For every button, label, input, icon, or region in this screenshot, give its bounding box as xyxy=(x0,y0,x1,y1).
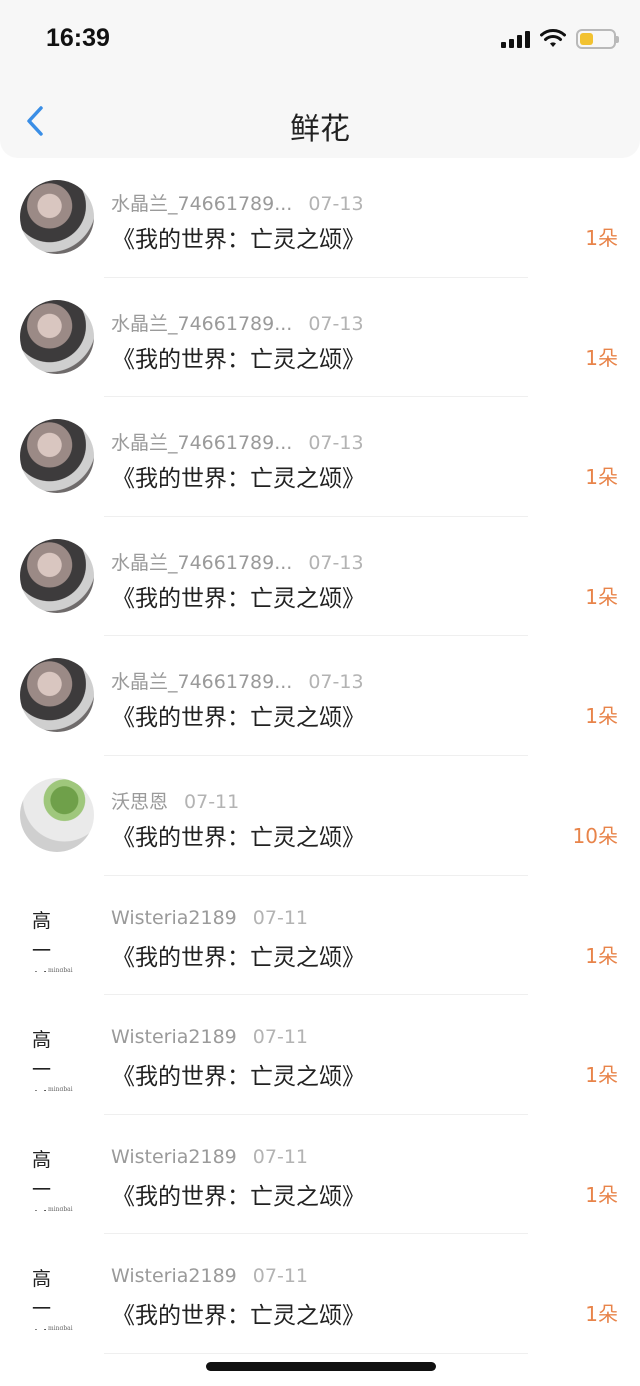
calligraphy-avatar-art: 高一社畜mingbai xyxy=(32,906,84,972)
list-item[interactable]: 沃思恩 07-11 《我的世界：亡灵之颂》 10朵 xyxy=(0,756,640,876)
avatar[interactable]: 高一社畜mingbai xyxy=(20,1136,94,1211)
status-bar: 16:39 xyxy=(0,0,640,82)
book-title[interactable]: 《我的世界：亡灵之颂》 xyxy=(112,340,365,374)
book-title[interactable]: 《我的世界：亡灵之颂》 xyxy=(112,1057,365,1091)
flower-count: 1朵 xyxy=(585,1063,618,1088)
calligraphy-signature: mingbai xyxy=(48,1086,73,1092)
user-name[interactable]: 沃思恩 xyxy=(111,791,168,813)
battery-fill xyxy=(580,33,593,45)
list-item[interactable]: 水晶兰_74661789... 07-13 《我的世界：亡灵之颂》 1朵 xyxy=(0,517,640,637)
wifi-icon xyxy=(540,29,566,47)
item-date: 07-11 xyxy=(252,1265,308,1288)
item-date: 07-13 xyxy=(308,551,364,574)
item-meta: 水晶兰_74661789... 07-13 xyxy=(111,428,364,455)
status-icons xyxy=(501,28,619,50)
user-name[interactable]: Wisteria2189 xyxy=(111,1026,237,1048)
book-title[interactable]: 《我的世界：亡灵之颂》 xyxy=(112,579,365,613)
item-date: 07-13 xyxy=(308,193,364,215)
calligraphy-signature: mingbai xyxy=(48,1205,73,1211)
item-meta: Wisteria2189 07-11 xyxy=(111,1146,308,1168)
item-meta: Wisteria2189 07-11 xyxy=(111,1265,308,1287)
item-date: 07-11 xyxy=(252,906,308,929)
flower-count: 1朵 xyxy=(585,1182,618,1207)
avatar[interactable]: 高一社畜mingbai xyxy=(20,1256,94,1331)
user-name[interactable]: 水晶兰_74661789... xyxy=(111,552,292,574)
list-item[interactable]: 高一社畜mingbai Wisteria2189 07-11 《我的世界：亡灵之颂》 1… xyxy=(0,876,640,996)
row-divider xyxy=(104,1352,528,1354)
item-date: 07-13 xyxy=(308,432,364,455)
item-date: 07-11 xyxy=(184,790,240,813)
avatar[interactable]: 高一社畜mingbai xyxy=(20,1017,94,1092)
item-meta: 水晶兰_74661789... 07-13 xyxy=(111,548,364,575)
item-meta: 沃思恩 07-11 xyxy=(111,787,239,814)
home-indicator xyxy=(206,1362,436,1371)
status-time: 16:39 xyxy=(46,24,110,52)
calligraphy-avatar-art: 高一社畜mingbai xyxy=(32,1264,84,1330)
flower-count: 1朵 xyxy=(585,584,618,609)
list-item[interactable]: 水晶兰_74661789... 07-13 《我的世界：亡灵之颂》 1朵 xyxy=(0,397,640,517)
item-date: 07-11 xyxy=(252,1026,308,1049)
book-title[interactable]: 《我的世界：亡灵之颂》 xyxy=(112,938,365,972)
avatar[interactable] xyxy=(20,538,94,613)
item-date: 07-13 xyxy=(308,671,364,694)
book-title[interactable]: 《我的世界：亡灵之颂》 xyxy=(112,818,365,852)
item-meta: Wisteria2189 07-11 xyxy=(111,907,308,929)
item-meta: 水晶兰_74661789... 07-13 xyxy=(111,189,364,216)
avatar[interactable] xyxy=(20,299,94,374)
calligraphy-signature: mingbai xyxy=(48,1325,73,1331)
avatar[interactable] xyxy=(20,419,94,494)
page-title: 鲜花 xyxy=(290,112,350,147)
flower-count: 1朵 xyxy=(585,1302,618,1327)
user-name[interactable]: Wisteria2189 xyxy=(111,907,237,929)
nav-bar: 鲜花 xyxy=(0,82,640,158)
list-item[interactable]: 高一社畜mingbai Wisteria2189 07-11 《我的世界：亡灵之颂》 1… xyxy=(0,995,640,1115)
item-meta: Wisteria2189 07-11 xyxy=(111,1026,308,1048)
user-name[interactable]: 水晶兰_74661789... xyxy=(111,432,292,454)
user-name[interactable]: 水晶兰_74661789... xyxy=(111,313,292,335)
avatar[interactable] xyxy=(20,777,94,852)
book-title[interactable]: 《我的世界：亡灵之颂》 xyxy=(112,1177,365,1211)
calligraphy-avatar-art: 高一社畜mingbai xyxy=(32,1145,84,1211)
user-name[interactable]: 水晶兰_74661789... xyxy=(111,193,292,215)
item-date: 07-11 xyxy=(252,1145,308,1168)
list-item[interactable]: 水晶兰_74661789... 07-13 《我的世界：亡灵之颂》 1朵 xyxy=(0,636,640,756)
item-meta: 水晶兰_74661789... 07-13 xyxy=(111,309,364,336)
item-date: 07-13 xyxy=(308,312,364,335)
battery-icon xyxy=(576,29,619,49)
user-name[interactable]: 水晶兰_74661789... xyxy=(111,671,292,693)
user-name[interactable]: Wisteria2189 xyxy=(111,1146,237,1168)
book-title[interactable]: 《我的世界：亡灵之颂》 xyxy=(112,459,365,493)
signal-icon xyxy=(501,30,530,48)
avatar[interactable]: 高一社畜mingbai xyxy=(20,897,94,972)
calligraphy-avatar-art: 高一社畜mingbai xyxy=(32,1025,84,1091)
flower-list: 水晶兰_74661789... 07-13 《我的世界：亡灵之颂》 1朵 水晶兰_746… xyxy=(0,158,640,1354)
list-item[interactable]: 水晶兰_74661789... 07-13 《我的世界：亡灵之颂》 1朵 xyxy=(0,158,640,278)
flower-count: 1朵 xyxy=(585,226,618,250)
avatar[interactable] xyxy=(20,180,94,254)
calligraphy-signature: mingbai xyxy=(48,966,73,972)
flower-count: 10朵 xyxy=(572,823,618,848)
list-item[interactable]: 高一社畜mingbai Wisteria2189 07-11 《我的世界：亡灵之颂》 1… xyxy=(0,1115,640,1235)
flower-count: 1朵 xyxy=(585,943,618,968)
flower-count: 1朵 xyxy=(585,465,618,490)
list-item[interactable]: 水晶兰_74661789... 07-13 《我的世界：亡灵之颂》 1朵 xyxy=(0,278,640,398)
book-title[interactable]: 《我的世界：亡灵之颂》 xyxy=(112,1296,365,1330)
book-title[interactable]: 《我的世界：亡灵之颂》 xyxy=(112,698,365,732)
flower-count: 1朵 xyxy=(585,704,618,729)
user-name[interactable]: Wisteria2189 xyxy=(111,1265,237,1287)
avatar[interactable] xyxy=(20,658,94,733)
item-meta: 水晶兰_74661789... 07-13 xyxy=(111,667,364,694)
flower-count: 1朵 xyxy=(585,345,618,370)
book-title[interactable]: 《我的世界：亡灵之颂》 xyxy=(112,220,365,254)
list-item[interactable]: 高一社畜mingbai Wisteria2189 07-11 《我的世界：亡灵之颂》 1… xyxy=(0,1234,640,1354)
